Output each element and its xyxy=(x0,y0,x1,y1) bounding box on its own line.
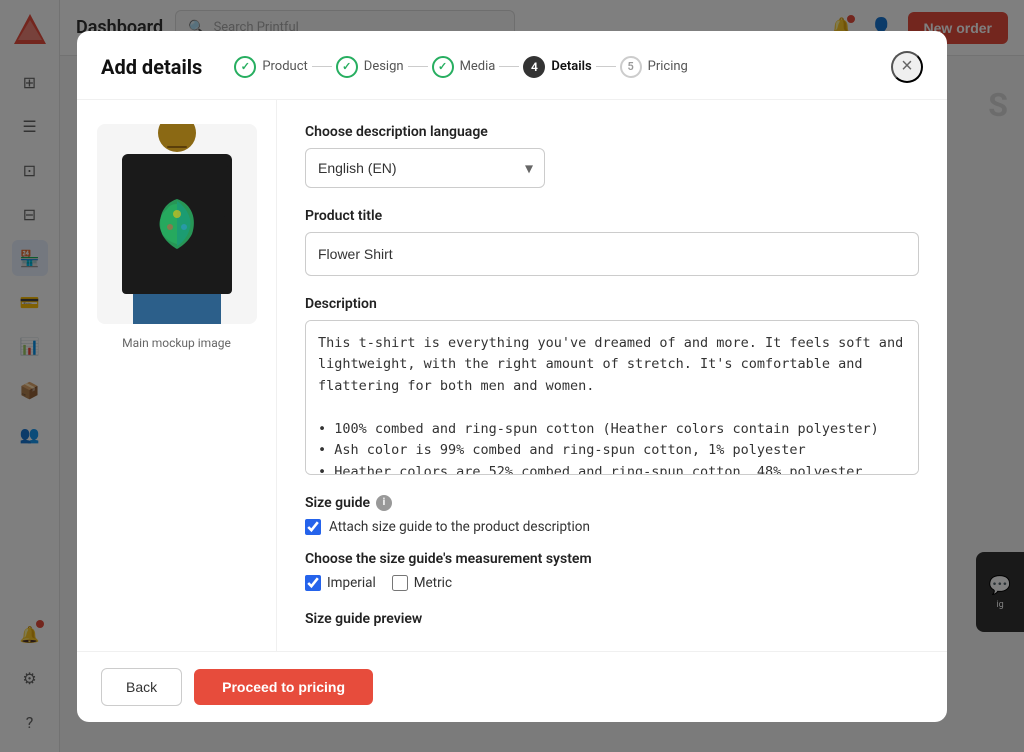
add-details-modal: Add details ✓ Product ✓ Design ✓ Me xyxy=(77,31,947,722)
step-label-design: Design xyxy=(364,59,404,74)
step-details[interactable]: 4 Details xyxy=(523,56,591,78)
size-guide-section: Size guide i Attach size guide to the pr… xyxy=(305,495,919,591)
size-guide-preview-label: Size guide preview xyxy=(305,611,919,627)
metric-label: Metric xyxy=(414,575,452,591)
description-textarea[interactable]: This t-shirt is everything you've dreame… xyxy=(305,320,919,475)
step-label-media: Media xyxy=(460,59,496,74)
metric-option[interactable]: Metric xyxy=(392,575,452,591)
product-title-input[interactable] xyxy=(305,232,919,276)
step-icon-media: ✓ xyxy=(432,56,454,78)
step-pricing[interactable]: 5 Pricing xyxy=(620,56,688,78)
mockup-image-label: Main mockup image xyxy=(122,336,231,350)
step-icon-product: ✓ xyxy=(234,56,256,78)
step-icon-pricing: 5 xyxy=(620,56,642,78)
step-product[interactable]: ✓ Product xyxy=(234,56,307,78)
modal-title: Add details xyxy=(101,55,202,79)
size-guide-header: Size guide i xyxy=(305,495,919,511)
proceed-button[interactable]: Proceed to pricing xyxy=(194,669,373,705)
imperial-option[interactable]: Imperial xyxy=(305,575,376,591)
language-label: Choose description language xyxy=(305,124,919,140)
metric-checkbox[interactable] xyxy=(392,575,408,591)
modal-overlay[interactable]: Add details ✓ Product ✓ Design ✓ Me xyxy=(0,0,1024,752)
step-divider-1 xyxy=(312,66,332,67)
step-label-pricing: Pricing xyxy=(648,59,688,74)
modal-header: Add details ✓ Product ✓ Design ✓ Me xyxy=(77,31,947,100)
step-icon-design: ✓ xyxy=(336,56,358,78)
size-guide-preview-section: Size guide preview xyxy=(305,611,919,627)
language-select-wrapper[interactable]: English (EN) German (DE) French (FR) Spa… xyxy=(305,148,545,188)
modal-close-button[interactable]: × xyxy=(891,51,923,83)
description-label: Description xyxy=(305,296,919,312)
measurement-system-label: Choose the size guide's measurement syst… xyxy=(305,551,919,567)
step-media[interactable]: ✓ Media xyxy=(432,56,496,78)
modal-footer: Back Proceed to pricing xyxy=(77,651,947,722)
language-select[interactable]: English (EN) German (DE) French (FR) Spa… xyxy=(305,148,545,188)
step-icon-details: 4 xyxy=(523,56,545,78)
measurement-options: Imperial Metric xyxy=(305,575,919,591)
imperial-label: Imperial xyxy=(327,575,376,591)
modal-body: Main mockup image Choose description lan… xyxy=(77,100,947,651)
back-button[interactable]: Back xyxy=(101,668,182,706)
language-section: Choose description language English (EN)… xyxy=(305,124,919,188)
step-design[interactable]: ✓ Design xyxy=(336,56,404,78)
imperial-checkbox[interactable] xyxy=(305,575,321,591)
step-label-details: Details xyxy=(551,59,591,74)
modal-form: Choose description language English (EN)… xyxy=(277,100,947,651)
description-section: Description This t-shirt is everything y… xyxy=(305,296,919,475)
step-divider-2 xyxy=(408,66,428,67)
product-image-container xyxy=(97,124,257,324)
attach-size-guide-row: Attach size guide to the product descrip… xyxy=(305,519,919,535)
size-guide-info-icon[interactable]: i xyxy=(376,495,392,511)
step-divider-3 xyxy=(499,66,519,67)
product-title-label: Product title xyxy=(305,208,919,224)
step-divider-4 xyxy=(596,66,616,67)
step-label-product: Product xyxy=(262,59,307,74)
modal-left-panel: Main mockup image xyxy=(77,100,277,651)
attach-size-guide-label[interactable]: Attach size guide to the product descrip… xyxy=(329,519,590,535)
size-guide-label: Size guide xyxy=(305,495,370,511)
attach-size-guide-checkbox[interactable] xyxy=(305,519,321,535)
shirt-design-svg xyxy=(142,189,212,259)
product-title-section: Product title xyxy=(305,208,919,276)
stepper: ✓ Product ✓ Design ✓ Media 4 xyxy=(234,56,688,78)
